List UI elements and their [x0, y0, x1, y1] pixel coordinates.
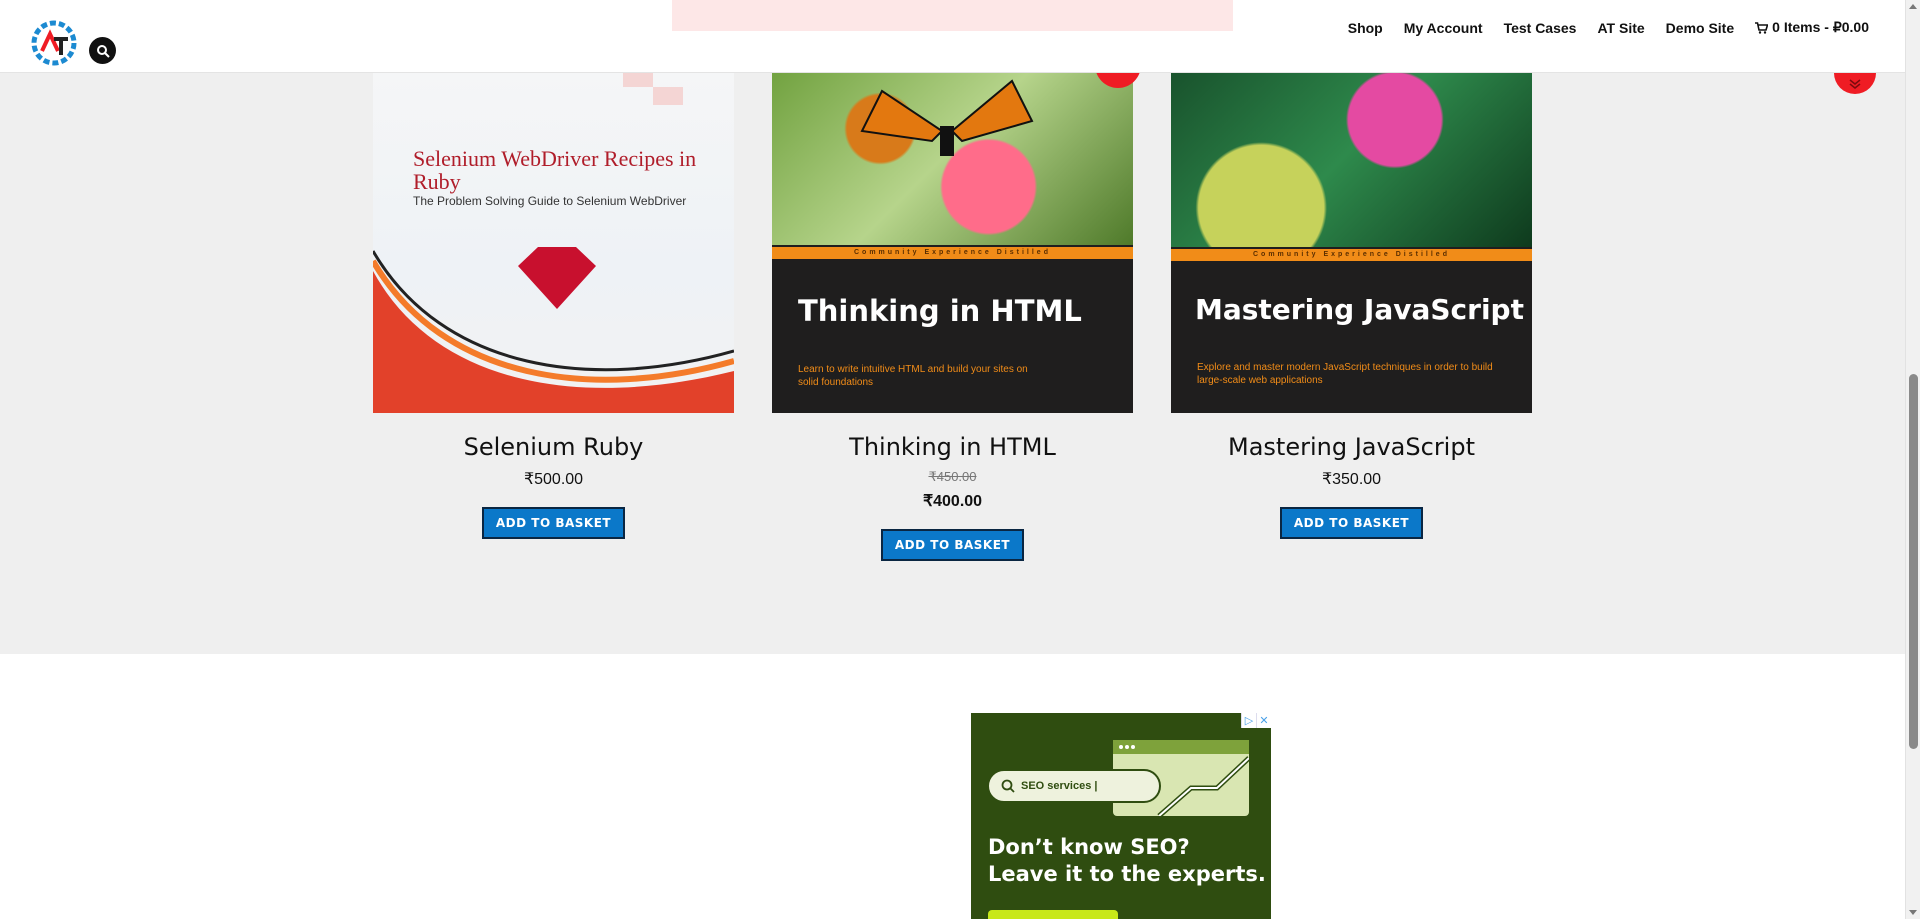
ad-headline-line-1: Don’t know SEO? [988, 835, 1190, 859]
scrollbar-thumb[interactable] [1909, 374, 1918, 749]
cart-icon [1755, 21, 1769, 34]
product-price: ₹350.00 [1321, 471, 1382, 488]
product-price: ₹500.00 [523, 471, 584, 488]
product-image[interactable]: Selenium WebDriver Recipes in Ruby The P… [373, 51, 734, 413]
product-name[interactable]: Selenium Ruby [373, 433, 734, 461]
page-scrollbar[interactable] [1905, 0, 1920, 919]
nav-my-account[interactable]: My Account [1404, 19, 1483, 36]
product-card-thinking-in-html: Community Experience Distilled Thinking … [772, 51, 1133, 561]
cover-subtitle: The Problem Solving Guide to Selenium We… [413, 194, 687, 208]
cover-title: Mastering JavaScript [1195, 293, 1524, 326]
ad-headline: Don’t know SEO? Leave it to the experts. [988, 834, 1266, 889]
cover-blurb: Learn to write intuitive HTML and build … [798, 364, 1028, 388]
cart-summary: 0 Items - ₽0.00 [1772, 19, 1869, 35]
cover-stripe: Community Experience Distilled [1171, 249, 1532, 261]
search-icon [1001, 779, 1015, 793]
product-card-mastering-javascript: Community Experience Distilled Mastering… [1171, 51, 1532, 539]
chevron-double-down-icon [1849, 79, 1861, 89]
nav-shop[interactable]: Shop [1348, 19, 1383, 36]
add-to-basket-button[interactable]: ADD TO BASKET [481, 507, 626, 539]
nav-test-cases[interactable]: Test Cases [1504, 19, 1577, 36]
ad-headline-line-2: Leave it to the experts. [988, 862, 1266, 887]
cover-title: Thinking in HTML [798, 294, 1082, 328]
scroll-down-arrow-icon[interactable] [1909, 910, 1917, 915]
close-icon[interactable]: ✕ [1256, 713, 1271, 728]
cover-stripe: Community Experience Distilled [772, 247, 1133, 259]
ad-controls: ▷ ✕ [1241, 713, 1271, 728]
cover-blurb: Explore and master modern JavaScript tec… [1197, 362, 1493, 386]
cover-title: Selenium WebDriver Recipes in Ruby [413, 146, 697, 195]
cover-photo [1171, 51, 1532, 247]
nav-demo-site[interactable]: Demo Site [1666, 19, 1734, 36]
product-image[interactable]: Community Experience Distilled Thinking … [772, 51, 1133, 413]
notice-bar [672, 0, 1233, 31]
nav-cart[interactable]: 0 Items - ₽0.00 [1755, 19, 1869, 36]
add-to-basket-button[interactable]: ADD TO BASKET [880, 529, 1025, 561]
ad-cta-button[interactable] [988, 910, 1118, 919]
product-old-price: ₹450.00 [928, 469, 977, 484]
product-name[interactable]: Mastering JavaScript [1171, 433, 1532, 461]
product-image[interactable]: Community Experience Distilled Mastering… [1171, 51, 1532, 413]
ad-search-box: SEO services | [987, 769, 1161, 803]
product-card-selenium-ruby: Selenium WebDriver Recipes in Ruby The P… [373, 51, 734, 539]
search-icon[interactable] [89, 37, 116, 64]
product-name[interactable]: Thinking in HTML [772, 433, 1133, 461]
main-nav: Shop My Account Test Cases AT Site Demo … [1348, 19, 1869, 36]
advertisement[interactable]: ▷ ✕ SEO services | Don’t know SEO? Leave… [971, 713, 1271, 919]
product-sale-price: ₹400.00 [922, 493, 983, 510]
add-to-basket-button[interactable]: ADD TO BASKET [1279, 507, 1424, 539]
ad-search-text: SEO services | [1021, 780, 1098, 792]
scroll-up-arrow-icon[interactable] [1909, 4, 1917, 9]
site-logo[interactable] [28, 17, 80, 69]
ad-choices-icon[interactable]: ▷ [1241, 713, 1256, 728]
nav-at-site[interactable]: AT Site [1597, 19, 1644, 36]
